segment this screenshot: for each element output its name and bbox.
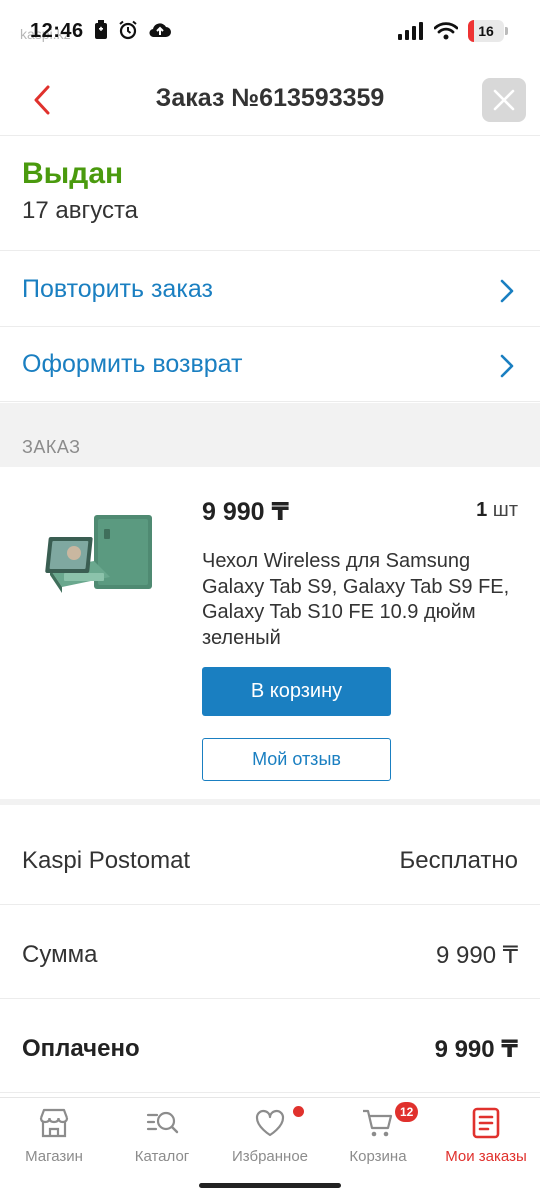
order-status-label: Выдан <box>22 157 124 190</box>
status-bar: kaspi.kz 12:46 16 <box>0 0 540 62</box>
wifi-icon <box>434 22 458 40</box>
shop-icon <box>39 1108 69 1138</box>
section-title: ЗАКАЗ <box>22 437 81 457</box>
status-icons-left <box>94 20 172 40</box>
catalog-search-icon <box>146 1111 179 1134</box>
nav-label-cart: Корзина <box>349 1148 407 1165</box>
nav-label-favorites: Избранное <box>231 1148 309 1165</box>
status-time: 12:46 <box>30 20 84 42</box>
chevron-right-icon <box>500 354 514 378</box>
product-price: 9 990 ₸ <box>202 498 289 526</box>
page-title: Заказ №613593359 <box>155 84 385 112</box>
favorites-badge-dot <box>293 1106 304 1117</box>
nav-item-favorites[interactable]: Избранное <box>216 1098 324 1178</box>
header: Заказ №613593359 <box>0 62 540 136</box>
delivery-row: Kaspi Postomat Бесплатно <box>0 811 540 905</box>
paid-value: 9 990 ₸ <box>434 1036 518 1063</box>
battery-saver-icon <box>95 20 107 39</box>
cloud-upload-icon <box>149 23 171 38</box>
nav-item-shop[interactable]: Магазин <box>0 1098 108 1178</box>
home-indicator[interactable] <box>199 1183 341 1188</box>
sum-value: 9 990 ₸ <box>436 942 518 969</box>
heart-icon <box>255 1109 285 1137</box>
chevron-right-icon <box>500 279 514 303</box>
order-status-date: 17 августа <box>22 197 139 224</box>
repeat-order-label: Повторить заказ <box>22 274 213 303</box>
cart-count-badge: 12 <box>395 1102 419 1122</box>
sum-label: Сумма <box>22 941 98 968</box>
signal-icon <box>398 22 423 40</box>
quantity-number: 1 <box>476 499 488 521</box>
paid-row: Оплачено 9 990 ₸ <box>0 999 540 1093</box>
sum-row: Сумма 9 990 ₸ <box>0 905 540 999</box>
add-to-cart-button[interactable]: В корзину <box>202 667 391 716</box>
quantity-unit: шт <box>492 499 518 521</box>
order-status-block: Выдан 17 августа <box>0 137 540 251</box>
battery-indicator: 16 <box>468 20 508 42</box>
return-order-row[interactable]: Оформить возврат <box>0 327 540 402</box>
product-name[interactable]: Чехол Wireless для Samsung Galaxy Tab S9… <box>202 549 512 651</box>
paid-label: Оплачено <box>22 1035 140 1062</box>
product-image[interactable] <box>40 507 164 607</box>
cart-icon <box>363 1109 393 1137</box>
repeat-order-row[interactable]: Повторить заказ <box>0 252 540 327</box>
nav-label-shop: Магазин <box>25 1148 83 1165</box>
status-icons-right: 16 <box>398 20 508 42</box>
my-review-button[interactable]: Мой отзыв <box>202 738 391 781</box>
nav-item-orders[interactable]: Мои заказы <box>432 1098 540 1178</box>
order-section-header: ЗАКАЗ <box>0 403 540 467</box>
delivery-label: Kaspi Postomat <box>22 847 191 874</box>
product-card: 9 990 ₸ 1 шт Чехол Wireless для Samsung … <box>0 467 540 805</box>
nav-item-catalog[interactable]: Каталог <box>108 1098 216 1178</box>
close-icon <box>493 89 515 111</box>
nav-label-catalog: Каталог <box>134 1148 190 1165</box>
delivery-value: Бесплатно <box>399 847 518 874</box>
product-quantity: 1 шт <box>476 499 518 522</box>
alarm-icon <box>119 20 137 40</box>
battery-level: 16 <box>478 23 494 39</box>
close-button[interactable] <box>482 78 526 122</box>
orders-icon <box>472 1107 500 1139</box>
nav-label-orders: Мои заказы <box>445 1148 527 1165</box>
return-order-label: Оформить возврат <box>22 349 243 378</box>
